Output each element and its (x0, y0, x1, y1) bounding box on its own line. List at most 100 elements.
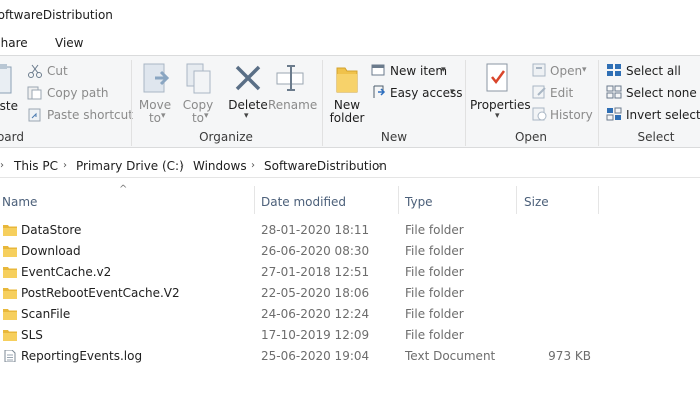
file-date: 27-01-2018 12:51 (261, 265, 370, 279)
table-row[interactable]: ScanFile 24-06-2020 12:24 File folder (0, 304, 600, 325)
chevron-down-icon: ▾ (204, 111, 209, 121)
move-to-button[interactable]: Move (138, 98, 172, 112)
cut-button[interactable]: Cut (47, 64, 68, 78)
column-separator[interactable] (516, 186, 517, 214)
table-row[interactable]: EventCache.v2 27-01-2018 12:51 File fold… (0, 262, 600, 283)
ribbon-separator (465, 60, 466, 146)
invert-selection-icon (606, 107, 622, 124)
copy-to-icon (185, 62, 213, 99)
table-row[interactable]: SLS 17-10-2019 12:09 File folder (0, 325, 600, 346)
copy-to-button[interactable]: Copy (181, 98, 215, 112)
copy-path-icon (27, 86, 43, 103)
file-name: SLS (21, 328, 43, 342)
group-label-select: Select (637, 130, 675, 144)
tab-share[interactable]: Share (0, 36, 28, 50)
chevron-down-icon: ▾ (450, 87, 455, 97)
table-row[interactable]: Download 26-06-2020 08:30 File folder (0, 241, 600, 262)
file-name: DataStore (21, 223, 82, 237)
rename-icon (276, 64, 306, 95)
group-label-organize: Organize (199, 130, 253, 144)
select-all-button[interactable]: Select all (626, 64, 681, 78)
file-date: 22-05-2020 18:06 (261, 286, 370, 300)
folder-icon (3, 225, 17, 236)
invert-selection-button[interactable]: Invert selection (626, 108, 700, 122)
new-folder-button[interactable]: New (328, 98, 366, 112)
table-row[interactable]: DataStore 28-01-2020 18:11 File folder (0, 220, 600, 241)
cut-icon (27, 64, 43, 81)
rename-button[interactable]: Rename (268, 98, 317, 112)
file-type: File folder (405, 328, 464, 342)
select-all-icon (606, 63, 622, 80)
tab-view[interactable]: View (55, 36, 83, 50)
column-separator[interactable] (598, 186, 599, 214)
open-button[interactable]: Open (550, 64, 582, 78)
file-type: File folder (405, 307, 464, 321)
properties-button[interactable]: Properties (470, 98, 531, 112)
chevron-right-icon[interactable]: › (251, 160, 255, 171)
copy-path-button[interactable]: Copy path (47, 86, 109, 100)
delete-button[interactable]: Delete (226, 98, 270, 112)
history-icon (532, 107, 548, 124)
ribbon-separator (322, 60, 323, 146)
breadcrumb[interactable]: › This PC › Primary Drive (C:) › Windows… (0, 154, 700, 178)
breadcrumb-primary-drive[interactable]: Primary Drive (C:) (76, 159, 184, 173)
file-name: ReportingEvents.log (21, 349, 143, 363)
file-date: 24-06-2020 12:24 (261, 307, 370, 321)
ribbon-separator (598, 60, 599, 146)
paste-button[interactable]: Paste (0, 99, 18, 113)
column-header-date-modified[interactable]: Date modified (261, 195, 346, 209)
breadcrumb-softwaredistribution[interactable]: SoftwareDistribution (264, 159, 387, 173)
table-row[interactable]: ReportingEvents.log 25-06-2020 19:04 Tex… (0, 346, 600, 367)
folder-icon (3, 309, 17, 320)
table-row[interactable]: PostRebootEventCache.V2 22-05-2020 18:06… (0, 283, 600, 304)
edit-button[interactable]: Edit (550, 86, 573, 100)
column-separator[interactable] (254, 186, 255, 214)
column-header-type[interactable]: Type (405, 195, 433, 209)
folder-icon (3, 330, 17, 341)
chevron-down-icon[interactable]: ▾ (244, 111, 249, 121)
paste-icon (0, 64, 18, 96)
folder-icon (3, 246, 17, 257)
chevron-right-icon[interactable]: › (63, 160, 67, 171)
file-date: 28-01-2020 18:11 (261, 223, 370, 237)
chevron-down-icon: ▾ (161, 111, 166, 121)
file-size: 973 KB (548, 349, 591, 363)
chevron-down-icon: ▾ (441, 65, 446, 75)
new-item-icon (371, 63, 387, 80)
breadcrumb-windows[interactable]: Windows (193, 159, 247, 173)
delete-icon (234, 64, 262, 95)
group-label-clipboard: Clipboard (0, 130, 24, 144)
move-to-icon (141, 62, 171, 99)
group-label-new: New (380, 130, 408, 144)
file-type: File folder (405, 265, 464, 279)
breadcrumb-this-pc[interactable]: This PC (14, 159, 58, 173)
edit-icon (532, 85, 548, 102)
file-date: 17-10-2019 12:09 (261, 328, 370, 342)
history-button[interactable]: History (550, 108, 593, 122)
ribbon-separator (131, 60, 132, 146)
document-icon (4, 350, 16, 362)
window-title: SoftwareDistribution (0, 8, 113, 22)
chevron-right-icon: › (0, 160, 4, 171)
select-none-icon (606, 85, 622, 102)
file-date: 26-06-2020 08:30 (261, 244, 370, 258)
sort-ascending-icon: ^ (119, 184, 128, 195)
select-none-button[interactable]: Select none (626, 86, 697, 100)
folder-icon (3, 267, 17, 278)
group-label-open: Open (514, 130, 548, 144)
chevron-right-icon[interactable]: › (378, 160, 382, 171)
new-folder-label: folder (329, 111, 365, 125)
column-header-name[interactable]: Name (2, 195, 37, 209)
file-date: 25-06-2020 19:04 (261, 349, 370, 363)
new-item-button[interactable]: New item (390, 64, 447, 78)
paste-shortcut-button[interactable]: Paste shortcut (47, 108, 133, 122)
column-header-size[interactable]: Size (524, 195, 549, 209)
chevron-down-icon[interactable]: ▾ (495, 111, 500, 121)
column-separator[interactable] (398, 186, 399, 214)
chevron-right-icon[interactable]: › (180, 160, 184, 171)
file-type: File folder (405, 223, 464, 237)
paste-shortcut-icon (27, 108, 43, 125)
file-name: PostRebootEventCache.V2 (21, 286, 180, 300)
easy-access-icon (371, 85, 387, 102)
file-type: File folder (405, 244, 464, 258)
